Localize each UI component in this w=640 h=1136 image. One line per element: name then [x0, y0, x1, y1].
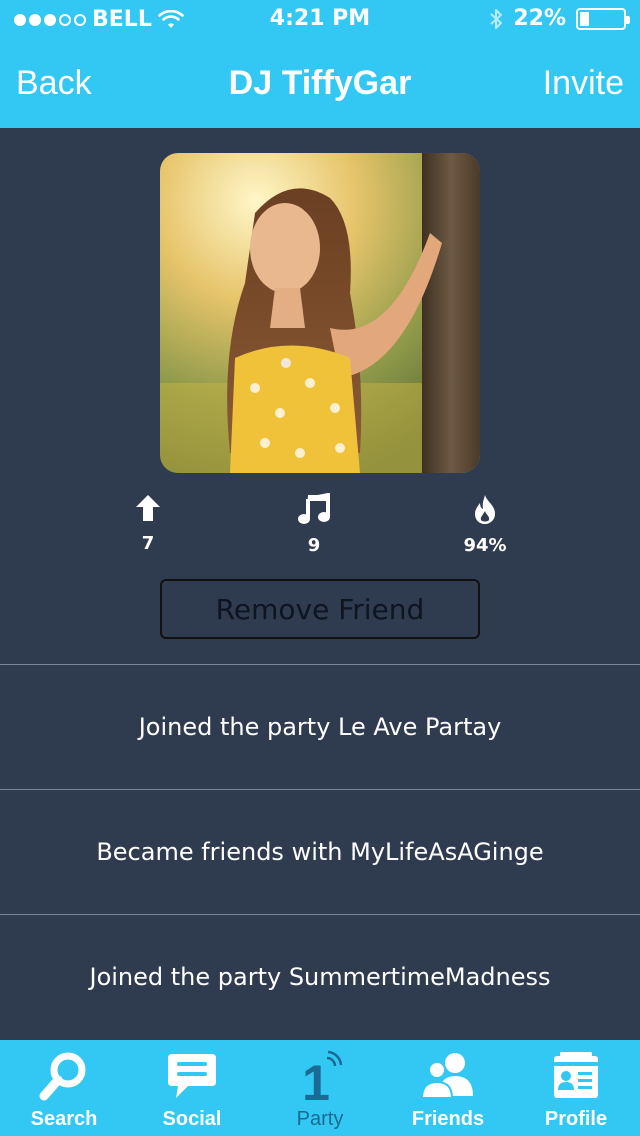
header: BELL 4:21 PM 22% Back DJ TiffyGar Invite [0, 0, 640, 128]
tab-bar: Search Social 1 Party Friends Profile [0, 1040, 640, 1136]
profile-card-icon [554, 1052, 598, 1098]
navigation-bar: Back DJ TiffyGar Invite [0, 44, 640, 128]
activity-item[interactable]: Joined the party SummertimeMadness [0, 914, 640, 1039]
tab-profile[interactable]: Profile [512, 1040, 640, 1136]
status-right: 22% [489, 6, 630, 31]
status-bar: BELL 4:21 PM 22% [0, 0, 640, 40]
party-number-text: 1 [302, 1055, 330, 1106]
profile-photo[interactable] [160, 153, 480, 473]
tab-search[interactable]: Search [0, 1040, 128, 1136]
stat-heat: 94% [435, 493, 535, 556]
tab-friends[interactable]: Friends [384, 1040, 512, 1136]
battery-percent: 22% [513, 6, 566, 31]
tab-party[interactable]: 1 Party [256, 1040, 384, 1136]
activity-list: Joined the party Le Ave Partay Became fr… [0, 664, 640, 1039]
chat-bubble-icon [168, 1054, 216, 1098]
party-number-icon: 1 [302, 1050, 343, 1106]
tab-social[interactable]: Social [128, 1040, 256, 1136]
tab-party-label: Party [296, 1108, 344, 1130]
back-button[interactable]: Back [16, 64, 92, 103]
tab-friends-label: Friends [411, 1108, 485, 1130]
stat-songs-value: 9 [307, 535, 321, 556]
stat-songs: 9 [264, 492, 364, 556]
activity-item[interactable]: Joined the party Le Ave Partay [0, 664, 640, 789]
upvote-arrow-icon [136, 495, 160, 521]
bluetooth-icon [490, 8, 503, 29]
music-note-icon [298, 492, 330, 524]
tab-profile-label: Profile [544, 1108, 608, 1130]
tab-search-label: Search [30, 1108, 98, 1130]
stat-upvotes: 7 [98, 493, 198, 554]
remove-friend-button[interactable]: Remove Friend [160, 579, 480, 639]
stat-heat-value: 94% [463, 535, 507, 556]
activity-item[interactable]: Became friends with MyLifeAsAGinge [0, 789, 640, 914]
friends-icon [420, 1053, 473, 1099]
stat-upvotes-value: 7 [141, 533, 155, 554]
battery-icon [576, 7, 630, 30]
tab-social-label: Social [162, 1108, 222, 1130]
flame-icon [475, 495, 495, 524]
search-icon [39, 1052, 86, 1101]
invite-button[interactable]: Invite [543, 64, 624, 103]
